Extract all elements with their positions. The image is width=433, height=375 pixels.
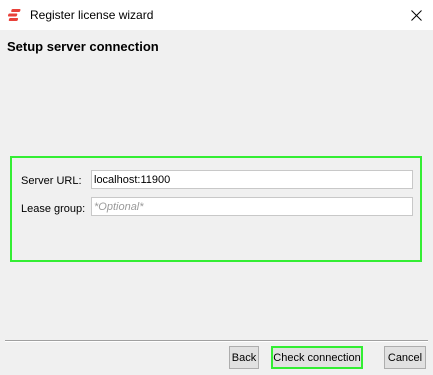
window-title: Register license wizard: [30, 8, 154, 22]
lease-group-input[interactable]: [91, 197, 413, 216]
check-connection-button[interactable]: Check connection: [271, 346, 363, 369]
cancel-button[interactable]: Cancel: [384, 346, 426, 369]
close-icon: [410, 9, 422, 21]
back-button[interactable]: Back: [229, 346, 259, 369]
wizard-content: Setup server connection Server URL: Leas…: [0, 30, 433, 375]
close-button[interactable]: [399, 0, 433, 30]
server-url-input[interactable]: [91, 170, 413, 189]
footer-divider-highlight: [5, 341, 428, 342]
server-connection-form: Server URL: Lease group:: [10, 156, 422, 262]
app-logo-icon: [8, 9, 21, 21]
lease-group-label: Lease group:: [21, 203, 86, 215]
server-url-label: Server URL:: [21, 175, 82, 187]
page-title: Setup server connection: [7, 39, 159, 54]
title-bar: Register license wizard: [0, 0, 433, 30]
